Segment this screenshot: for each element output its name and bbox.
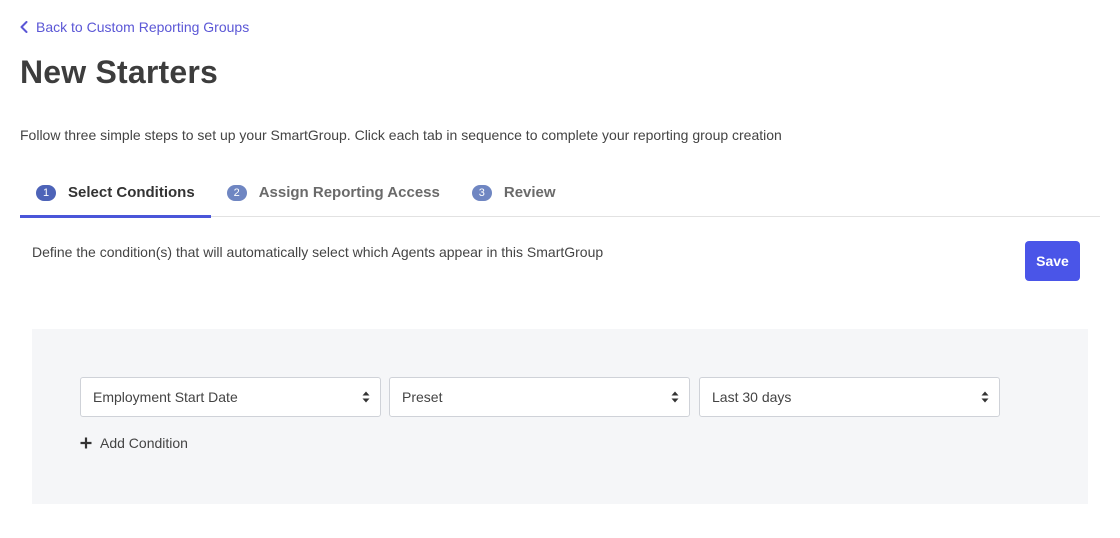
step-tabs: 1 Select Conditions 2 Assign Reporting A… [20,167,1100,218]
tab-select-conditions[interactable]: 1 Select Conditions [20,167,211,218]
add-condition-label: Add Condition [100,435,188,451]
intro-text: Follow three simple steps to set up your… [20,127,782,143]
back-link-label: Back to Custom Reporting Groups [36,19,250,35]
step-number-badge: 3 [471,185,492,201]
condition-operator-select[interactable]: Preset [389,377,690,417]
select-value: Preset [402,389,443,405]
back-to-groups-link[interactable]: Back to Custom Reporting Groups [20,19,249,35]
sort-caret-icon [671,391,679,403]
tab-label: Select Conditions [68,183,195,201]
step-number-badge: 2 [226,185,247,201]
condition-field-select[interactable]: Employment Start Date [80,377,381,417]
tab-label: Review [503,183,556,201]
conditions-description: Define the condition(s) that will automa… [32,244,604,260]
step-number-badge: 1 [36,185,56,201]
select-value: Last 30 days [712,389,792,405]
sort-caret-icon [362,391,370,403]
select-value: Employment Start Date [93,389,238,405]
tab-assign-reporting-access[interactable]: 2 Assign Reporting Access [211,167,456,217]
page-title: New Starters [20,54,219,90]
conditions-panel: Employment Start Date Preset Last 30 day… [32,329,1088,504]
chevron-left-icon [20,21,28,33]
add-condition-button[interactable]: Add Condition [80,435,188,451]
tab-review[interactable]: 3 Review [456,167,572,217]
condition-value-select[interactable]: Last 30 days [699,377,1000,417]
sort-caret-icon [981,391,989,403]
tab-label: Assign Reporting Access [258,183,440,201]
page: Back to Custom Reporting Groups New Star… [0,0,1120,538]
save-button[interactable]: Save [1025,241,1080,281]
plus-icon [80,437,92,449]
